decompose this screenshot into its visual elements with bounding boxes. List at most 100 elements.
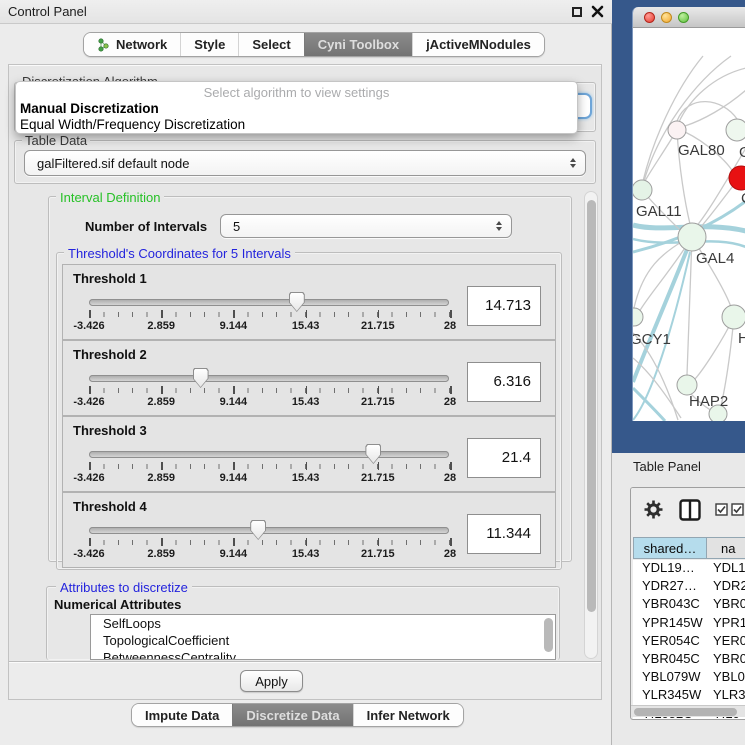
slider-tick-labels: -3.4262.8599.14415.4321.71528 — [89, 396, 450, 409]
tab-label: Impute Data — [145, 708, 219, 723]
node-gal80[interactable] — [668, 121, 686, 139]
threshold-label: Threshold 3 — [73, 423, 147, 438]
threshold-label: Threshold 2 — [73, 347, 147, 362]
tab-style[interactable]: Style — [180, 33, 238, 56]
tab-label: Discretize Data — [246, 708, 339, 723]
threshold-value-field[interactable]: 14.713 — [467, 286, 541, 326]
float-window-icon[interactable] — [572, 7, 582, 17]
slider-tick-labels: -3.4262.8599.14415.4321.71528 — [89, 548, 450, 561]
node-label: GAL80 — [678, 142, 725, 159]
screen: Control Panel Network Style Select Cyni … — [0, 0, 745, 745]
attributes-group-title: Attributes to discretize — [56, 580, 192, 595]
number-of-intervals-combobox[interactable]: 5 — [220, 214, 512, 238]
tab-infer-network[interactable]: Infer Network — [353, 704, 463, 726]
node-partial-top-right[interactable] — [726, 119, 745, 141]
slider-thumb[interactable] — [250, 520, 266, 540]
tab-discretize-data[interactable]: Discretize Data — [232, 704, 352, 726]
table-toolbar — [631, 488, 745, 536]
slider-thumb[interactable] — [193, 368, 209, 388]
column-header-name[interactable]: na — [707, 537, 745, 559]
slider-tick-labels: -3.4262.8599.14415.4321.71528 — [89, 472, 450, 485]
dropdown-option-equal-width-frequency[interactable]: Equal Width/Frequency Discretization — [19, 117, 574, 132]
node-h-partial[interactable] — [722, 305, 745, 329]
list-item[interactable]: TopologicalCoefficient — [91, 632, 555, 649]
table-data-value: galFiltered.sif default node — [37, 156, 189, 171]
apply-button[interactable]: Apply — [240, 670, 303, 692]
table-horizontal-scrollbar[interactable] — [631, 705, 745, 717]
node-label: GAL11 — [636, 203, 682, 220]
table-data-combobox[interactable]: galFiltered.sif default node — [24, 150, 586, 176]
table-data-title: Table Data — [22, 133, 90, 148]
thresholds-group-title: Threshold's Coordinates for 5 Intervals — [64, 246, 295, 261]
node-label: HAP2 — [689, 393, 728, 410]
apply-strip — [9, 661, 601, 699]
network-view-canvas[interactable]: GAL80 G C GAL11 GAL4 GCY1 H HAP2 — [632, 28, 745, 421]
node-label: GCY1 — [633, 331, 671, 348]
node-label: H — [738, 330, 745, 347]
network-icon — [97, 38, 110, 52]
slider-thumb[interactable] — [289, 292, 305, 312]
table-row[interactable]: YBL079WYBL0 — [633, 669, 745, 687]
threshold-label: Threshold 1 — [73, 271, 147, 286]
table-scrollbar-thumb[interactable] — [634, 708, 737, 716]
table-row[interactable]: YBR043CYBR0 — [633, 596, 745, 614]
threshold-value-field[interactable]: 6.316 — [467, 362, 541, 402]
threshold-2-slider[interactable] — [89, 375, 449, 382]
tab-label: Style — [194, 37, 225, 52]
list-item[interactable]: SelfLoops — [91, 615, 555, 632]
node-hap2[interactable] — [677, 375, 697, 395]
network-window-titlebar[interactable] — [632, 7, 745, 28]
number-of-intervals-value: 5 — [233, 219, 240, 234]
tab-label: Network — [116, 37, 167, 52]
numerical-attributes-label: Numerical Attributes — [54, 597, 181, 612]
dropdown-option-manual-discretization[interactable]: Manual Discretization — [19, 101, 574, 116]
slider-tick-labels: -3.4262.8599.14415.4321.71528 — [89, 320, 450, 333]
table-row[interactable]: YDR27…YDR2 — [633, 578, 745, 596]
node-gcy1[interactable] — [633, 308, 643, 326]
tab-impute-data[interactable]: Impute Data — [132, 704, 232, 726]
table-panel-box: shared… na YDL19…YDL1 YDR27…YDR2 YBR043C… — [630, 487, 745, 720]
list-item[interactable]: BetweennessCentrality — [91, 649, 555, 660]
numerical-attributes-list[interactable]: SelfLoops TopologicalCoefficient Between… — [90, 614, 556, 660]
threshold-4-box: Threshold 4 -3.4262.8599.14415.4321.7152… — [62, 492, 556, 568]
stepper-icon — [570, 158, 576, 168]
control-panel-window: Control Panel Network Style Select Cyni … — [0, 0, 612, 745]
dropdown-hint: Select algorithm to view settings — [16, 85, 577, 100]
threshold-4-slider[interactable] — [89, 527, 449, 534]
gear-icon[interactable] — [644, 500, 663, 519]
table-panel-title: Table Panel — [633, 459, 701, 474]
split-columns-icon[interactable] — [679, 499, 701, 521]
panel-scrollbar-thumb[interactable] — [587, 200, 596, 612]
interval-definition-title: Interval Definition — [56, 190, 164, 205]
column-header-shared-name[interactable]: shared… — [633, 537, 707, 559]
close-icon[interactable] — [591, 5, 604, 18]
control-panel-titlebar: Control Panel — [0, 0, 612, 24]
algorithm-dropdown-popup: Select algorithm to view settings Manual… — [15, 81, 578, 134]
tab-network[interactable]: Network — [84, 33, 180, 56]
threshold-label: Threshold 4 — [73, 499, 147, 514]
node-gal4[interactable] — [678, 223, 706, 251]
select-attributes-icon[interactable] — [715, 503, 745, 516]
panel-scrollbar[interactable] — [584, 191, 598, 659]
tab-select[interactable]: Select — [238, 33, 303, 56]
slider-thumb[interactable] — [365, 444, 381, 464]
threshold-value-field[interactable]: 21.4 — [467, 438, 541, 478]
tab-jactivemnodules[interactable]: jActiveMNodules — [412, 33, 544, 56]
tab-cyni-toolbox[interactable]: Cyni Toolbox — [304, 33, 412, 56]
table-row[interactable]: YER054CYER0 — [633, 633, 745, 651]
zoom-traffic-light-icon[interactable] — [678, 12, 689, 23]
node-label: G — [739, 144, 745, 161]
threshold-1-slider[interactable] — [89, 299, 449, 306]
tab-label: Cyni Toolbox — [318, 37, 399, 52]
threshold-3-slider[interactable] — [89, 451, 449, 458]
table-row[interactable]: YPR145WYPR1 — [633, 615, 745, 633]
threshold-value-field[interactable]: 11.344 — [467, 514, 541, 554]
node-gal11[interactable] — [633, 180, 652, 200]
list-scrollbar-thumb[interactable] — [544, 618, 553, 652]
minimize-traffic-light-icon[interactable] — [661, 12, 672, 23]
close-traffic-light-icon[interactable] — [644, 12, 655, 23]
table-row[interactable]: YLR345WYLR3 — [633, 687, 745, 705]
control-panel-title: Control Panel — [8, 4, 87, 19]
table-row[interactable]: YBR045CYBR0 — [633, 651, 745, 669]
table-row[interactable]: YDL19…YDL1 — [633, 560, 745, 578]
